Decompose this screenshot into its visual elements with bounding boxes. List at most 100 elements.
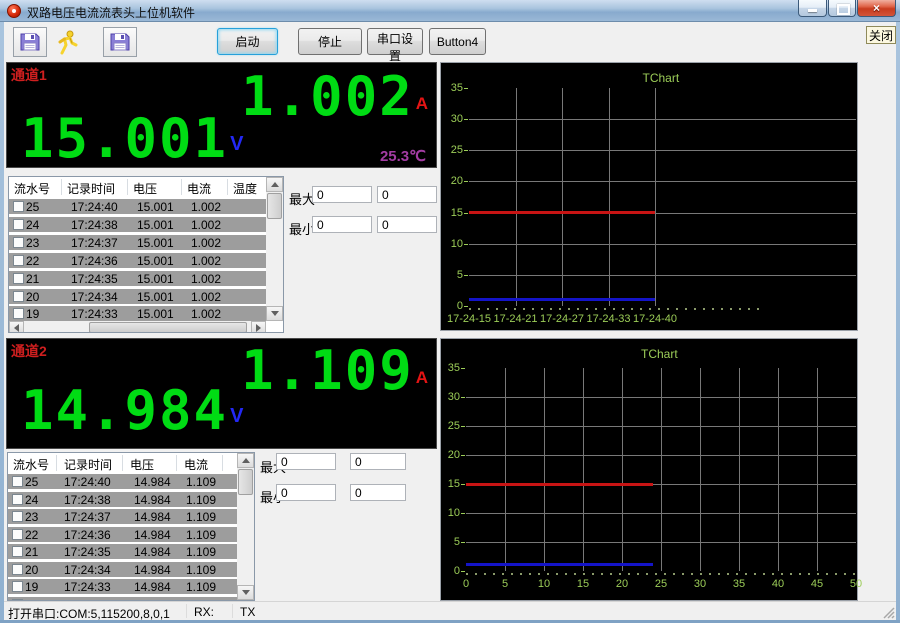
close-button[interactable]: × (857, 0, 896, 17)
y-axis-label: 20 (436, 449, 460, 461)
scroll-up-button[interactable] (266, 177, 283, 192)
serial-settings-button[interactable]: 串口设置 (367, 28, 423, 55)
vertical-scrollbar[interactable] (237, 453, 254, 600)
button4[interactable]: Button4 (429, 28, 486, 55)
resize-grip[interactable] (882, 606, 895, 619)
table-row[interactable]: 2517:24:4015.0011.002 (9, 199, 266, 214)
table-row[interactable]: 2517:24:4014.9841.109 (8, 474, 237, 489)
row-checkbox[interactable] (12, 581, 23, 592)
series-line-voltage (466, 483, 653, 486)
row-checkbox[interactable] (13, 291, 24, 302)
horizontal-scrollbar[interactable] (9, 321, 266, 333)
table-row[interactable]: 2317:24:3715.0011.002 (9, 235, 266, 250)
vertical-scrollbar[interactable] (266, 177, 283, 321)
column-header[interactable]: 流水号 (13, 456, 49, 473)
table-cell: 22 (26, 254, 39, 268)
close-app-button[interactable]: 关闭 (866, 26, 896, 44)
table-cell: 17:24:38 (64, 493, 111, 507)
y-axis-tick (461, 513, 465, 514)
window-border (0, 22, 4, 620)
ch1-max-input-2[interactable] (377, 186, 437, 203)
scroll-right-button[interactable] (251, 321, 266, 333)
channel2-voltage: 14.984 V (21, 385, 243, 436)
ch1-min-input-2[interactable] (377, 216, 437, 233)
table-cell: 19 (26, 307, 39, 321)
row-checkbox[interactable] (13, 237, 24, 248)
scrollbar-thumb[interactable] (267, 193, 282, 219)
scroll-down-button[interactable] (266, 306, 283, 321)
scrollbar-thumb[interactable] (89, 322, 247, 333)
table-row[interactable]: 1917:24:3315.0011.002 (9, 306, 266, 321)
run-button[interactable] (49, 27, 85, 57)
arrow-down-icon (242, 590, 250, 595)
table-row[interactable]: 1917:24:3314.9841.109 (8, 579, 237, 594)
save-button-2[interactable] (103, 27, 137, 57)
table-cell: 17:24:33 (64, 580, 111, 594)
y-axis-label: 25 (439, 144, 463, 156)
ch2-min-input-2[interactable] (350, 484, 406, 501)
table-cell: 17:24:37 (71, 236, 118, 250)
table-row[interactable]: 2117:24:3514.9841.109 (8, 544, 237, 559)
gridline (622, 368, 623, 571)
maximize-button[interactable] (828, 0, 856, 17)
x-axis-label: 50 (828, 578, 884, 590)
table-cell: 19 (25, 580, 38, 594)
column-header[interactable]: 流水号 (14, 180, 50, 197)
table-row[interactable]: 2017:24:3414.9841.109 (8, 562, 237, 577)
table-row[interactable]: 2317:24:3714.9841.109 (8, 509, 237, 524)
header-divider (176, 455, 177, 471)
y-axis-label: 35 (439, 82, 463, 94)
header-divider (56, 455, 57, 471)
row-checkbox[interactable] (12, 564, 23, 575)
ch2-max-input-2[interactable] (350, 453, 406, 470)
table-row[interactable]: 2217:24:3615.0011.002 (9, 253, 266, 268)
column-header[interactable]: 记录时间 (64, 456, 112, 473)
scroll-down-button[interactable] (237, 585, 254, 600)
table-row[interactable]: 2417:24:3814.9841.109 (8, 492, 237, 507)
save-button-1[interactable] (13, 27, 47, 57)
row-checkbox[interactable] (13, 273, 24, 284)
channel1-table[interactable]: 流水号记录时间 电压 电流 温度 2517:24:4015.0011.002 2417:2… (8, 176, 284, 333)
row-checkbox[interactable] (13, 201, 24, 212)
row-checkbox[interactable] (13, 255, 24, 266)
table-row[interactable]: 2217:24:3614.9841.109 (8, 527, 237, 542)
arrow-right-icon (256, 324, 261, 332)
row-checkbox[interactable] (12, 494, 23, 505)
column-header[interactable]: 温度 (233, 180, 257, 197)
channel2-current-unit: A (416, 368, 428, 388)
row-checkbox[interactable] (12, 546, 23, 557)
titlebar[interactable]: 双路电压电流流表头上位机软件 (0, 0, 900, 22)
ch2-max-input-1[interactable] (276, 453, 336, 470)
y-axis-tick (461, 368, 465, 369)
column-header[interactable]: 电压 (133, 180, 157, 197)
window-title: 双路电压电流流表头上位机软件 (27, 4, 195, 21)
table-row[interactable]: 2117:24:3515.0011.002 (9, 271, 266, 286)
row-checkbox[interactable] (13, 219, 24, 230)
channel1-temperature: 25.3℃ (380, 147, 426, 165)
row-checkbox[interactable] (12, 476, 23, 487)
ch1-min-input-1[interactable] (312, 216, 372, 233)
start-button[interactable]: 启动 (217, 28, 278, 55)
column-header[interactable]: 记录时间 (67, 180, 115, 197)
table-cell: 14.984 (134, 545, 171, 559)
column-header[interactable]: 电压 (130, 456, 154, 473)
row-checkbox[interactable] (12, 529, 23, 540)
scroll-up-button[interactable] (237, 453, 254, 468)
table-row[interactable]: 2017:24:3415.0011.002 (9, 289, 266, 304)
ch1-max-input-1[interactable] (312, 186, 372, 203)
column-header[interactable]: 电流 (187, 180, 211, 197)
channel2-table[interactable]: 流水号记录时间 电压 电流2517:24:4014.9841.109 2417:24:… (7, 452, 255, 601)
row-checkbox[interactable] (13, 308, 24, 319)
column-header[interactable]: 电流 (184, 456, 208, 473)
ch2-min-input-1[interactable] (276, 484, 336, 501)
channel2-voltage-value: 14.984 (21, 385, 228, 436)
table-row[interactable]: 2417:24:3815.0011.002 (9, 217, 266, 232)
row-checkbox[interactable] (12, 511, 23, 522)
stop-button[interactable]: 停止 (298, 28, 362, 55)
minimize-button[interactable] (798, 0, 827, 17)
scrollbar-thumb[interactable] (238, 469, 253, 495)
scroll-left-button[interactable] (9, 321, 24, 333)
table-cell: 25 (25, 475, 38, 489)
table-cell: 17:24:38 (71, 218, 118, 232)
header-divider (227, 179, 228, 195)
